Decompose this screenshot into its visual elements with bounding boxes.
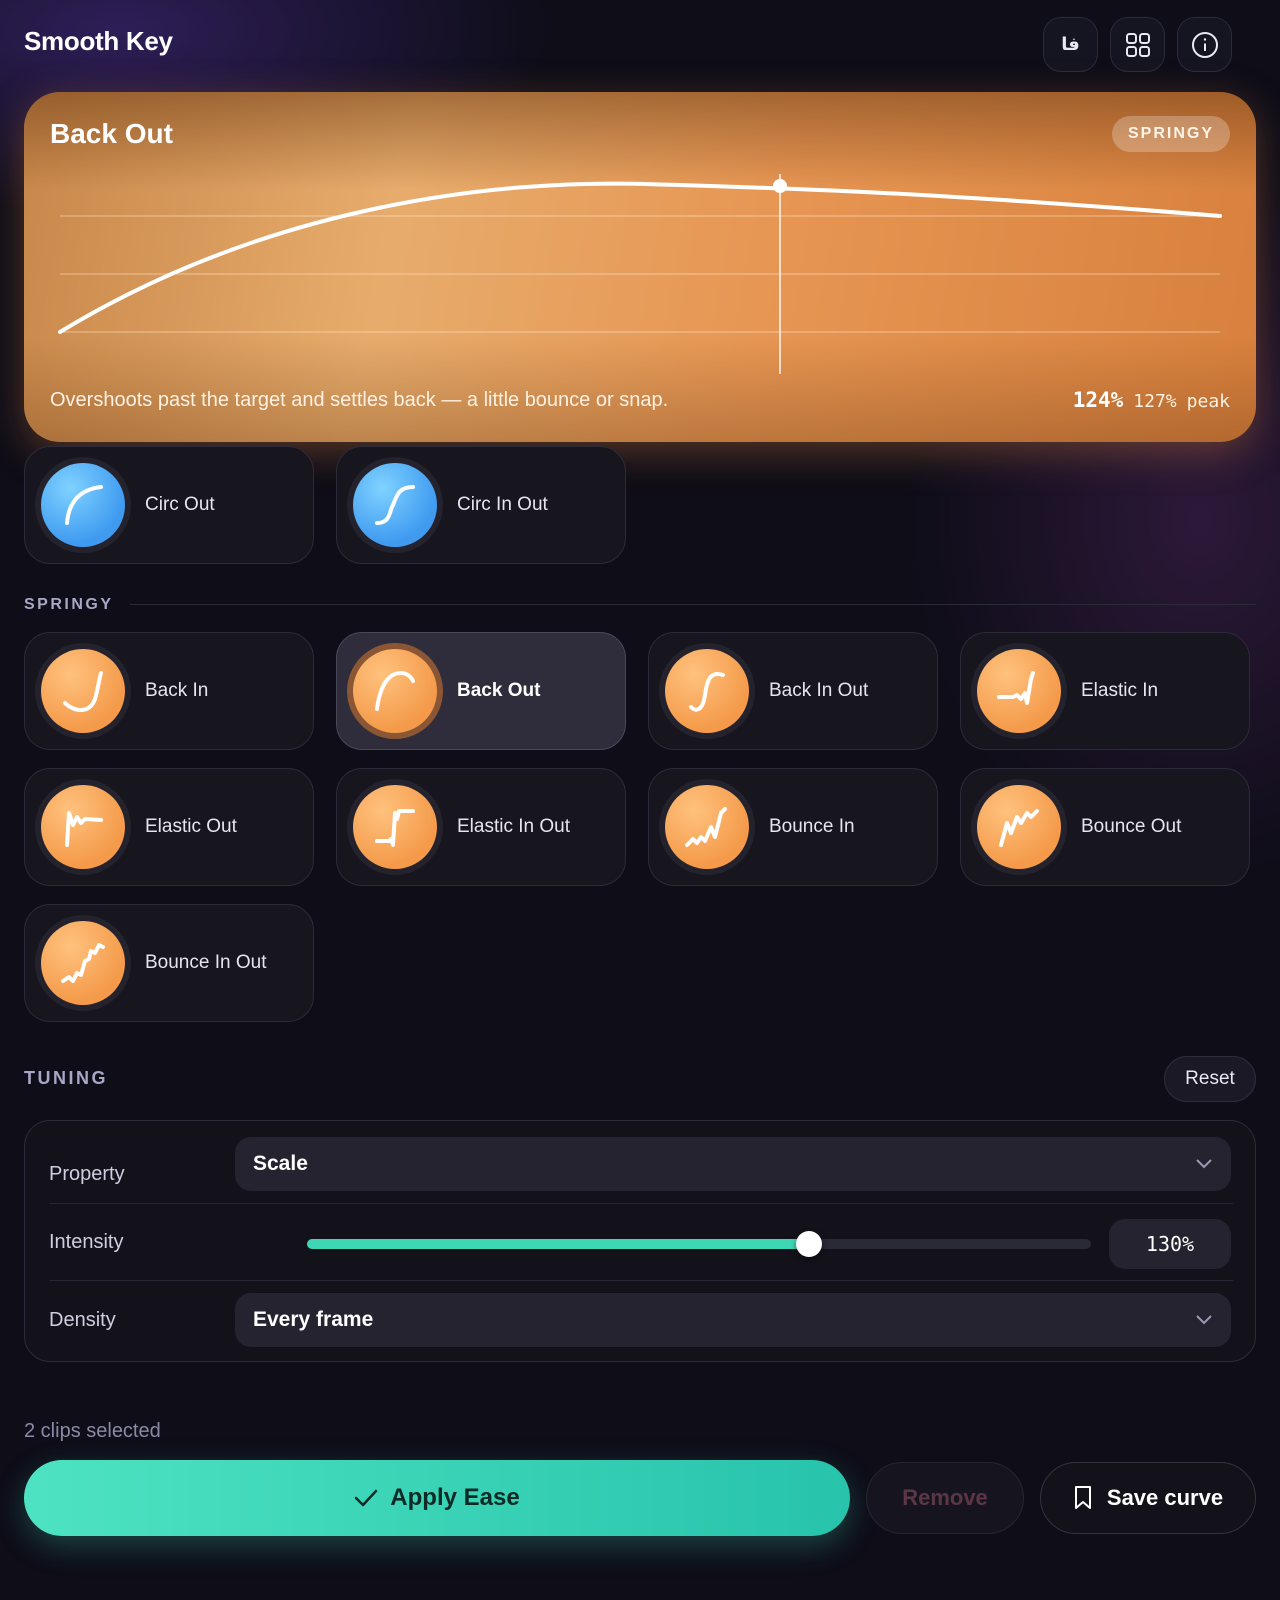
curve-preview-card[interactable]: Back Out SPRINGY Overshoots past the tar… <box>24 92 1256 442</box>
category-badge: SPRINGY <box>1111 116 1230 152</box>
bounce-out-curve-icon <box>999 809 1039 847</box>
preset-label: Back In <box>145 680 209 701</box>
preset-card-bounce-in[interactable]: Bounce In <box>648 768 938 886</box>
preset-card-circ-in-out[interactable]: Circ In Out <box>336 446 626 564</box>
ease-curve <box>58 181 1222 334</box>
preset-label: Back Out <box>457 680 541 701</box>
save-curve-button[interactable]: Save curve <box>1040 1462 1256 1534</box>
preset-card-back-in[interactable]: Back In <box>24 632 314 750</box>
preset-label: Bounce In Out <box>145 952 267 973</box>
preview-description: Overshoots past the target and settles b… <box>50 389 669 411</box>
preset-card-elastic-in-out[interactable]: Elastic In Out <box>336 768 626 886</box>
bounce-in-curve-icon <box>685 807 727 847</box>
language-icon: فا <box>1061 34 1080 55</box>
preset-label: Elastic Out <box>145 816 237 837</box>
bookmark-icon <box>1074 1486 1091 1509</box>
row-divider <box>49 1203 1233 1204</box>
preset-label: Circ Out <box>145 494 215 515</box>
grid-view-button[interactable] <box>1110 17 1165 72</box>
circ-out-curve-icon <box>65 485 103 525</box>
preset-card-bounce-in-out[interactable]: Bounce In Out <box>24 904 314 1022</box>
preset-label: Bounce Out <box>1081 816 1182 837</box>
density-value: Every frame <box>253 1308 374 1331</box>
preset-card-elastic-out[interactable]: Elastic Out <box>24 768 314 886</box>
row-divider <box>49 1280 1233 1281</box>
tuning-panel: Property Scale Intensity 130% Density Ev… <box>24 1120 1256 1362</box>
section-divider <box>130 604 1256 605</box>
checkmark-icon <box>355 1489 378 1507</box>
intensity-value[interactable]: 130% <box>1109 1219 1231 1269</box>
intensity-slider-fill <box>307 1239 809 1249</box>
chevron-down-icon <box>1196 1315 1212 1325</box>
back-out-curve-icon <box>375 670 415 711</box>
back-in-out-curve-icon <box>689 672 725 712</box>
back-in-curve-icon <box>63 671 103 712</box>
preview-title: Back Out <box>50 118 173 149</box>
playhead-handle[interactable] <box>773 179 787 193</box>
current-value: 124% <box>1072 388 1124 412</box>
remove-button[interactable]: Remove <box>866 1462 1024 1534</box>
intensity-slider-handle[interactable] <box>795 1231 822 1257</box>
info-icon <box>1191 31 1218 58</box>
chevron-down-icon <box>1196 1159 1212 1169</box>
preset-label: Circ In Out <box>457 494 548 515</box>
peak-value: 127% <box>1133 391 1177 412</box>
density-select[interactable]: Every frame <box>235 1293 1231 1347</box>
circ-in-out-curve-icon <box>375 485 415 525</box>
preset-card-circ-out[interactable]: Circ Out <box>24 446 314 564</box>
reset-button[interactable]: Reset <box>1164 1056 1256 1102</box>
density-label: Density <box>49 1309 116 1331</box>
preset-card-back-out[interactable]: Back Out <box>336 632 626 750</box>
preset-label: Elastic In Out <box>457 816 570 837</box>
language-button[interactable]: فا <box>1043 17 1098 72</box>
info-button[interactable] <box>1177 17 1232 72</box>
selection-count: 2 clips selected <box>24 1420 161 1442</box>
property-select[interactable]: Scale <box>235 1137 1231 1191</box>
app-title: Smooth Key <box>24 26 173 56</box>
preset-label: Elastic In <box>1081 680 1159 701</box>
elastic-in-curve-icon <box>997 671 1035 705</box>
save-curve-label: Save curve <box>1106 1485 1224 1510</box>
apply-ease-button[interactable]: Apply Ease <box>24 1460 850 1536</box>
bounce-in-out-curve-icon <box>61 943 105 983</box>
intensity-label: Intensity <box>49 1231 124 1253</box>
preset-card-elastic-in[interactable]: Elastic In <box>960 632 1250 750</box>
apply-ease-label: Apply Ease <box>390 1484 520 1511</box>
preset-label: Bounce In <box>769 816 855 837</box>
preset-card-bounce-out[interactable]: Bounce Out <box>960 768 1250 886</box>
peak-label: peak <box>1186 391 1230 412</box>
elastic-in-out-curve-icon <box>375 809 415 847</box>
intensity-slider[interactable] <box>307 1231 1091 1257</box>
preview-stats: 124% 127% peak <box>1073 388 1230 412</box>
elastic-out-curve-icon <box>65 811 103 847</box>
grid-icon <box>1125 32 1150 57</box>
section-label-springy: SPRINGY <box>24 596 114 613</box>
app-header: Smooth Key فا <box>0 0 1280 88</box>
section-label-tuning: TUNING <box>24 1068 108 1088</box>
preset-label: Back In Out <box>769 680 869 701</box>
property-value: Scale <box>253 1152 308 1175</box>
property-label: Property <box>49 1163 125 1185</box>
preset-card-back-in-out[interactable]: Back In Out <box>648 632 938 750</box>
